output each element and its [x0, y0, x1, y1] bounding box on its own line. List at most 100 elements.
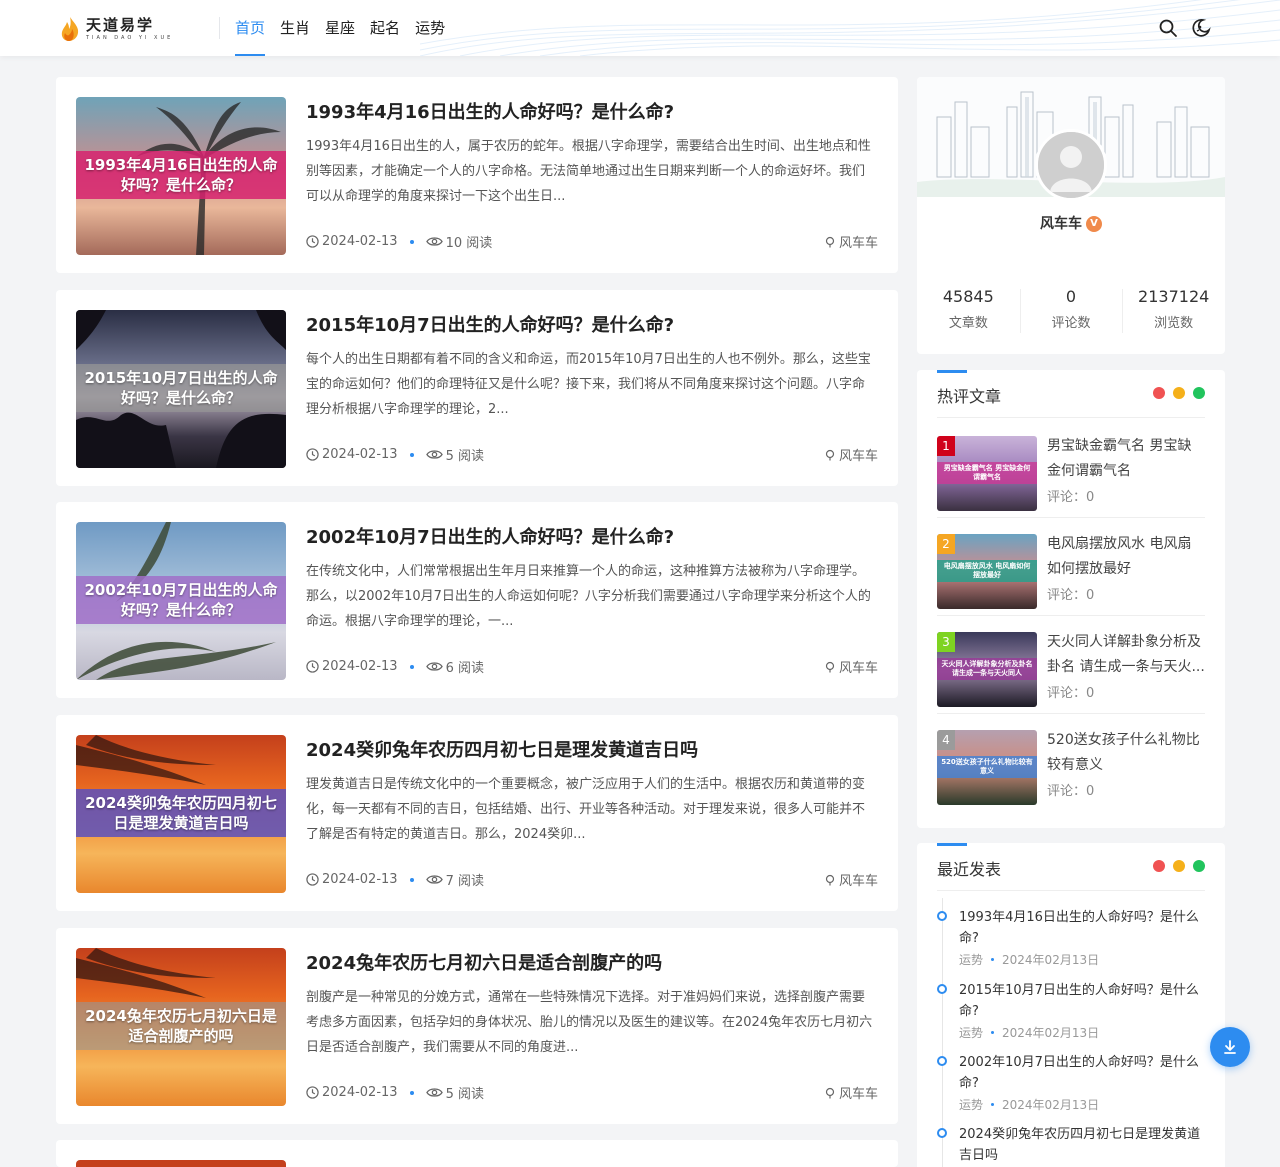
post-views: 10 阅读: [445, 236, 493, 251]
stat-views: 2137124 浏览数: [1122, 287, 1225, 333]
flame-logo-icon: [60, 16, 80, 42]
post-card[interactable]: 2024兔年农历七月初六日是适合剖腹产的吗 2024兔年农历七月初六日是适合剖腹…: [56, 928, 898, 1124]
thumbnail-caption-band: 2024兔年农历七月初六日是适合剖腹产的吗: [76, 1002, 286, 1050]
post-excerpt: 每个人的出生日期都有着不同的含义和命运，而2015年10月7日出生的人也不例外。…: [306, 352, 871, 417]
header-divider: [219, 17, 220, 39]
widget-title: 热评文章: [937, 387, 1002, 406]
hot-article-thumbnail[interactable]: 天火同人详解卦象分析及卦名 请生成一条与天火同人 3: [937, 632, 1037, 707]
hot-article-comments: 评论：0: [1047, 490, 1095, 505]
hot-article-title[interactable]: 电风扇摆放风水 电风扇如何摆放最好: [1047, 532, 1205, 582]
post-date: 2024-02-13: [322, 1085, 398, 1100]
post-author[interactable]: 风车车: [824, 657, 878, 676]
post-meta: 2024-02-13 10 阅读: [306, 232, 492, 251]
rank-badge: 2: [937, 534, 955, 554]
hot-article-thumbnail[interactable]: 520送女孩子什么礼物比较有意义 4: [937, 730, 1037, 805]
post-excerpt: 理发黄道吉日是传统文化中的一个重要概念，被广泛应用于人们的生活中。根据农历和黄道…: [306, 777, 866, 842]
author-avatar[interactable]: [1035, 129, 1107, 201]
recent-post-title[interactable]: 1993年4月16日出生的人命好吗？是什么命?: [959, 907, 1203, 949]
hot-article-title[interactable]: 男宝缺金霸气名 男宝缺金何谓霸气名: [1047, 434, 1205, 484]
post-thumbnail[interactable]: 2024兔年农历七月初六日是适合剖腹产的吗: [76, 948, 286, 1106]
logo-subtext: TIAN DAO YI XUE: [86, 34, 174, 41]
post-views: 5 阅读: [445, 449, 484, 464]
post-thumbnail[interactable]: [76, 1160, 286, 1167]
post-title[interactable]: 2015年10月7日出生的人命好吗？是什么命?: [306, 311, 674, 337]
search-icon[interactable]: [1158, 18, 1178, 38]
timeline-dot-icon: [937, 1128, 947, 1138]
download-float-button[interactable]: [1210, 1027, 1250, 1067]
post-author[interactable]: 风车车: [824, 1083, 878, 1102]
verified-badge-icon: V: [1086, 216, 1102, 232]
clock-icon: [306, 235, 319, 248]
timeline-dot-icon: [937, 984, 947, 994]
post-author[interactable]: 风车车: [824, 232, 878, 251]
post-excerpt: 剖腹产是一种常见的分娩方式，通常在一些特殊情况下选择。对于准妈妈们来说，选择剖腹…: [306, 990, 873, 1055]
thumbnail-caption-band: 2024癸卯兔年农历四月初七日是理发黄道吉日吗: [76, 789, 286, 837]
post-meta: 2024-02-13 6 阅读: [306, 657, 484, 676]
post-views: 6 阅读: [445, 661, 484, 676]
hot-articles-widget: 热评文章 男宝缺金霸气名 男宝缺金何谓霸气名 1 男宝缺金霸气名 男宝缺金何谓霸…: [917, 370, 1225, 828]
site-header: 天道易学 TIAN DAO YI XUE 首页 生肖 星座 起名 运势: [0, 0, 1280, 56]
post-thumbnail[interactable]: 2002年10月7日出生的人命好吗？是什么命？: [76, 522, 286, 680]
nav-home[interactable]: 首页: [235, 0, 266, 56]
hot-article-item[interactable]: 天火同人详解卦象分析及卦名 请生成一条与天火同人 3 天火同人详解卦象分析及卦名…: [937, 616, 1205, 714]
recent-post-title[interactable]: 2002年10月7日出生的人命好吗？是什么命?: [959, 1052, 1203, 1094]
nav-constellation[interactable]: 星座: [325, 0, 355, 56]
hot-article-title[interactable]: 天火同人详解卦象分析及卦名 请生成一条与天火...: [1047, 630, 1205, 680]
eye-icon: [425, 237, 443, 246]
post-author[interactable]: 风车车: [824, 870, 878, 889]
post-title[interactable]: 2002年10月7日出生的人命好吗？是什么命?: [306, 523, 674, 549]
hot-article-thumbnail[interactable]: 男宝缺金霸气名 男宝缺金何谓霸气名 1: [937, 436, 1037, 511]
post-title[interactable]: 2024兔年农历七月初六日是适合剖腹产的吗: [306, 949, 662, 975]
clock-icon: [306, 873, 319, 886]
recent-post-meta: 运势 2024年02月13日: [959, 953, 1100, 967]
post-meta: 2024-02-13 5 阅读: [306, 1083, 484, 1102]
post-card[interactable]: 2002年10月7日出生的人命好吗？是什么命？ 2002年10月7日出生的人命好…: [56, 502, 898, 698]
author-icon: [825, 236, 835, 247]
hot-article-item[interactable]: 男宝缺金霸气名 男宝缺金何谓霸气名 1 男宝缺金霸气名 男宝缺金何谓霸气名 评论…: [937, 420, 1205, 518]
download-icon: [1224, 1040, 1236, 1054]
post-meta: 2024-02-13 5 阅读: [306, 445, 484, 464]
post-views: 5 阅读: [445, 1087, 484, 1102]
hot-article-title[interactable]: 520送女孩子什么礼物比较有意义: [1047, 728, 1205, 778]
post-thumbnail[interactable]: 1993年4月16日出生的人命好吗？是什么命？: [76, 97, 286, 255]
stat-articles: 45845 文章数: [942, 287, 994, 331]
post-views: 7 阅读: [445, 874, 484, 889]
nav-fortune[interactable]: 运势: [415, 0, 445, 56]
thumbnail-caption-band: 1993年4月16日出生的人命好吗？是什么命？: [76, 151, 286, 199]
hot-article-thumbnail[interactable]: 电风扇摆放风水 电风扇如何摆放最好 2: [937, 534, 1037, 609]
site-logo[interactable]: 天道易学 TIAN DAO YI XUE: [60, 14, 173, 44]
widget-title: 最近发表: [937, 860, 1002, 879]
post-card[interactable]: 2024癸卯兔年农历四月初七日是理发黄道吉日吗 2024癸卯兔年农历四月初七日是…: [56, 715, 898, 911]
eye-icon: [425, 450, 443, 459]
rank-badge: 3: [937, 632, 955, 652]
recent-post-title[interactable]: 2024癸卯兔年农历四月初七日是理发黄道吉日吗: [959, 1124, 1203, 1166]
post-author[interactable]: 风车车: [824, 445, 878, 464]
clock-icon: [306, 1086, 319, 1099]
author-name[interactable]: 风车车 V: [917, 213, 1225, 233]
post-date: 2024-02-13: [322, 234, 398, 249]
post-card[interactable]: [56, 1140, 898, 1167]
dark-mode-toggle-icon[interactable]: [1191, 18, 1211, 38]
timeline-line: [942, 898, 943, 1167]
post-date: 2024-02-13: [322, 872, 398, 887]
post-card[interactable]: 2015年10月7日出生的人命好吗？是什么命？ 2015年10月7日出生的人命好…: [56, 290, 898, 486]
post-meta: 2024-02-13 7 阅读: [306, 870, 484, 889]
nav-naming[interactable]: 起名: [370, 0, 400, 56]
nav-zodiac-animal[interactable]: 生肖: [280, 0, 310, 56]
header-wave-decoration: [420, 0, 1280, 56]
recent-post-meta: 运势 2024年02月13日: [959, 1026, 1100, 1040]
author-stats: 45845 文章数 0 评论数 2137124 浏览数: [917, 287, 1225, 333]
recent-post-title[interactable]: 2015年10月7日出生的人命好吗？是什么命?: [959, 980, 1203, 1022]
hot-article-item[interactable]: 520送女孩子什么礼物比较有意义 4 520送女孩子什么礼物比较有意义 评论：0: [937, 714, 1205, 812]
post-title[interactable]: 2024癸卯兔年农历四月初七日是理发黄道吉日吗: [306, 736, 698, 762]
hot-article-comments: 评论：0: [1047, 588, 1095, 603]
post-title[interactable]: 1993年4月16日出生的人命好吗？是什么命?: [306, 98, 674, 124]
post-thumbnail[interactable]: 2024癸卯兔年农历四月初七日是理发黄道吉日吗: [76, 735, 286, 893]
post-excerpt: 在传统文化中，人们常常根据出生年月日来推算一个人的命运，这种推算方法被称为八字命…: [306, 564, 871, 629]
author-icon: [825, 1087, 835, 1098]
author-profile-card: 风车车 V 45845 文章数 0 评论数 2137124 浏览数: [917, 77, 1225, 354]
post-card[interactable]: 1993年4月16日出生的人命好吗？是什么命？ 1993年4月16日出生的人命好…: [56, 77, 898, 273]
hot-article-item[interactable]: 电风扇摆放风水 电风扇如何摆放最好 2 电风扇摆放风水 电风扇如何摆放最好 评论…: [937, 518, 1205, 616]
timeline-dot-icon: [937, 1056, 947, 1066]
post-thumbnail[interactable]: 2015年10月7日出生的人命好吗？是什么命？: [76, 310, 286, 468]
